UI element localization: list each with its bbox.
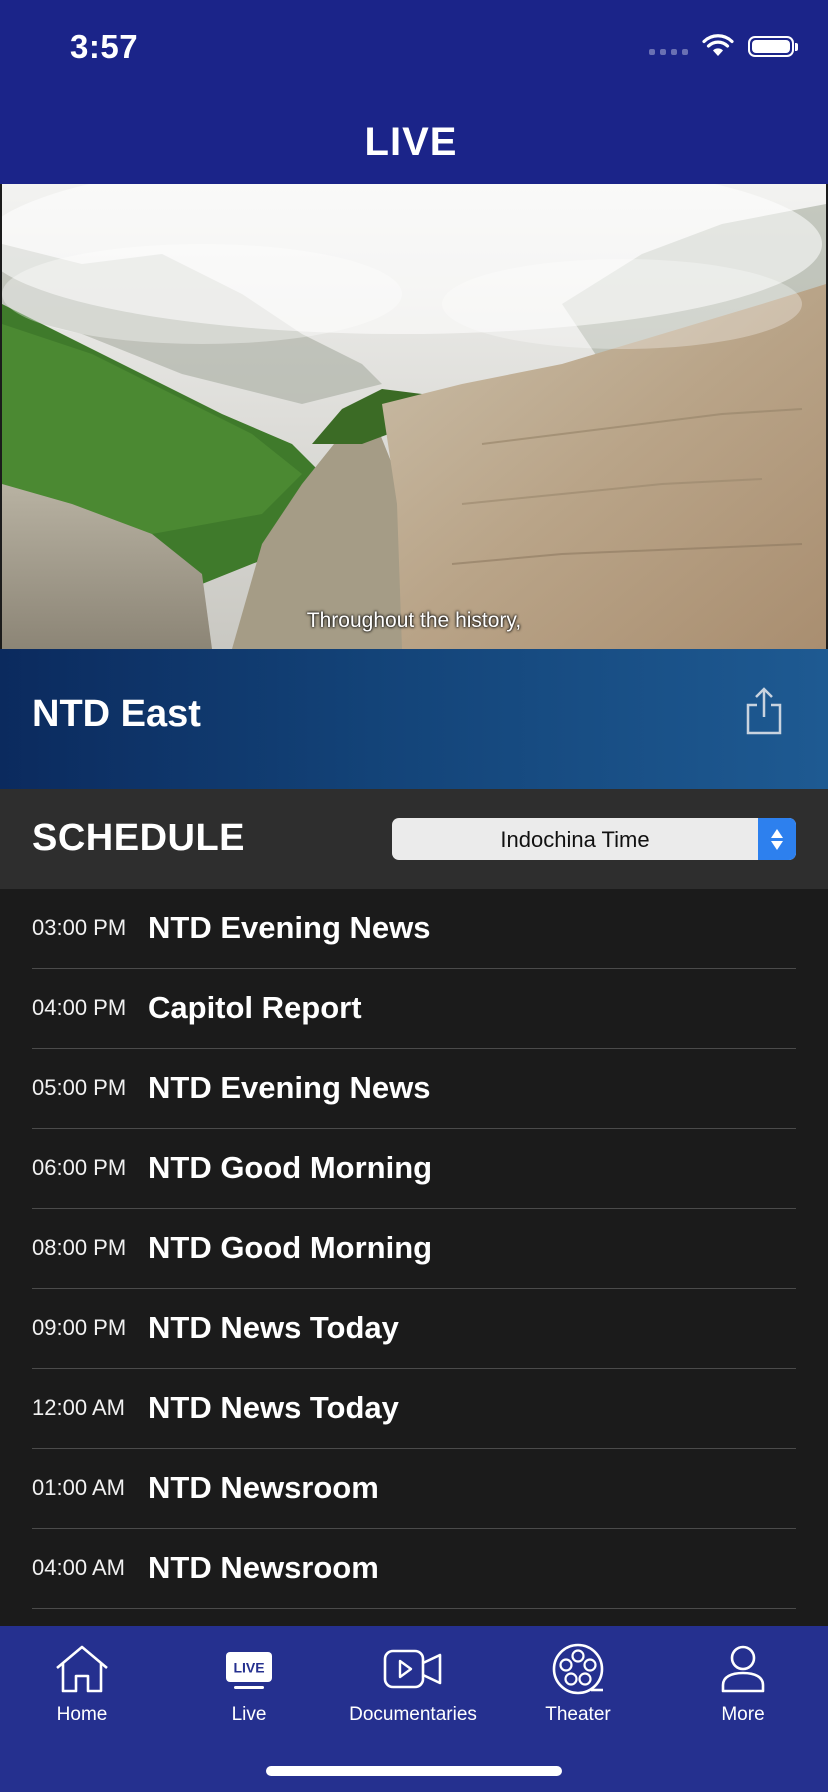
schedule-time: 04:00 PM — [32, 995, 127, 1020]
schedule-time: 01:00 AM — [32, 1475, 125, 1500]
tab-theater[interactable]: Theater — [503, 1640, 653, 1726]
home-icon — [56, 1645, 108, 1693]
schedule-program: NTD Evening News — [148, 910, 431, 945]
schedule-row[interactable]: 01:00 AM NTD Newsroom — [32, 1449, 796, 1529]
schedule-row[interactable]: 06:00 PM NTD Good Morning — [32, 1129, 796, 1209]
live-badge-text: LIVE — [233, 1660, 264, 1676]
status-time: 3:57 — [70, 28, 139, 65]
channel-name: NTD East — [32, 693, 201, 735]
schedule-program: NTD Newsroom — [148, 1470, 379, 1505]
schedule-row[interactable]: 05:00 PM NTD Evening News — [32, 1049, 796, 1129]
person-icon — [721, 1645, 765, 1693]
tab-live[interactable]: LIVE Live — [174, 1640, 324, 1726]
live-video-player[interactable]: Throughout the history, — [2, 184, 826, 649]
schedule-program: NTD News Today — [148, 1310, 399, 1345]
video-camera-icon — [383, 1649, 442, 1689]
film-reel-icon — [552, 1643, 604, 1695]
schedule-title: SCHEDULE — [32, 817, 246, 859]
schedule-program: NTD News Today — [148, 1390, 399, 1425]
status-icons — [649, 34, 798, 58]
schedule-list: 03:00 PM NTD Evening News 04:00 PM Capit… — [0, 889, 828, 1609]
schedule-time: 09:00 PM — [32, 1315, 127, 1340]
schedule-time: 08:00 PM — [32, 1235, 127, 1260]
select-stepper-icon — [758, 818, 796, 860]
schedule-program: NTD Evening News — [148, 1070, 431, 1105]
schedule-program: NTD Good Morning — [148, 1150, 433, 1185]
live-icon: LIVE — [226, 1652, 272, 1689]
schedule-time: 04:00 AM — [32, 1555, 125, 1580]
tab-more[interactable]: More — [668, 1640, 818, 1726]
schedule-time: 12:00 AM — [32, 1395, 125, 1420]
schedule-time: 06:00 PM — [32, 1155, 127, 1180]
page-title: LIVE — [364, 119, 458, 164]
schedule-time: 05:00 PM — [32, 1075, 127, 1100]
schedule-row[interactable]: 04:00 PM Capitol Report — [32, 969, 796, 1049]
nav-bar: LIVE — [0, 100, 828, 184]
schedule-row[interactable]: 03:00 PM NTD Evening News — [32, 889, 796, 969]
video-subtitle: Throughout the history, — [306, 609, 522, 632]
tab-label: Documentaries — [349, 1704, 477, 1725]
schedule-program: NTD Newsroom — [148, 1550, 379, 1585]
tab-home[interactable]: Home — [7, 1640, 157, 1726]
schedule-row[interactable]: 12:00 AM NTD News Today — [32, 1369, 796, 1449]
share-button[interactable] — [742, 685, 786, 737]
timezone-value: Indochina Time — [500, 827, 650, 852]
tab-documentaries[interactable]: Documentaries — [338, 1640, 488, 1726]
tab-label: More — [721, 1704, 765, 1725]
channel-bar: NTD East — [0, 649, 828, 789]
schedule-row[interactable]: 08:00 PM NTD Good Morning — [32, 1209, 796, 1289]
tab-label: Live — [231, 1704, 267, 1725]
schedule-time: 03:00 PM — [32, 915, 127, 940]
share-icon — [746, 687, 782, 735]
cellular-signal-icon — [649, 49, 688, 55]
schedule-row[interactable]: 09:00 PM NTD News Today — [32, 1289, 796, 1369]
video-frame-image — [2, 184, 826, 649]
schedule-header: SCHEDULE Indochina Time — [0, 789, 828, 889]
status-bar: 3:57 — [0, 0, 828, 100]
schedule-row[interactable]: 04:00 AM NTD Newsroom — [32, 1529, 796, 1609]
schedule-program: NTD Good Morning — [148, 1230, 433, 1265]
wifi-icon — [702, 34, 734, 56]
timezone-select[interactable]: Indochina Time — [392, 818, 796, 860]
tab-label: Theater — [545, 1704, 611, 1725]
home-indicator[interactable] — [266, 1766, 562, 1776]
schedule-program: Capitol Report — [148, 990, 362, 1025]
battery-icon — [748, 35, 798, 57]
tab-label: Home — [56, 1704, 108, 1725]
